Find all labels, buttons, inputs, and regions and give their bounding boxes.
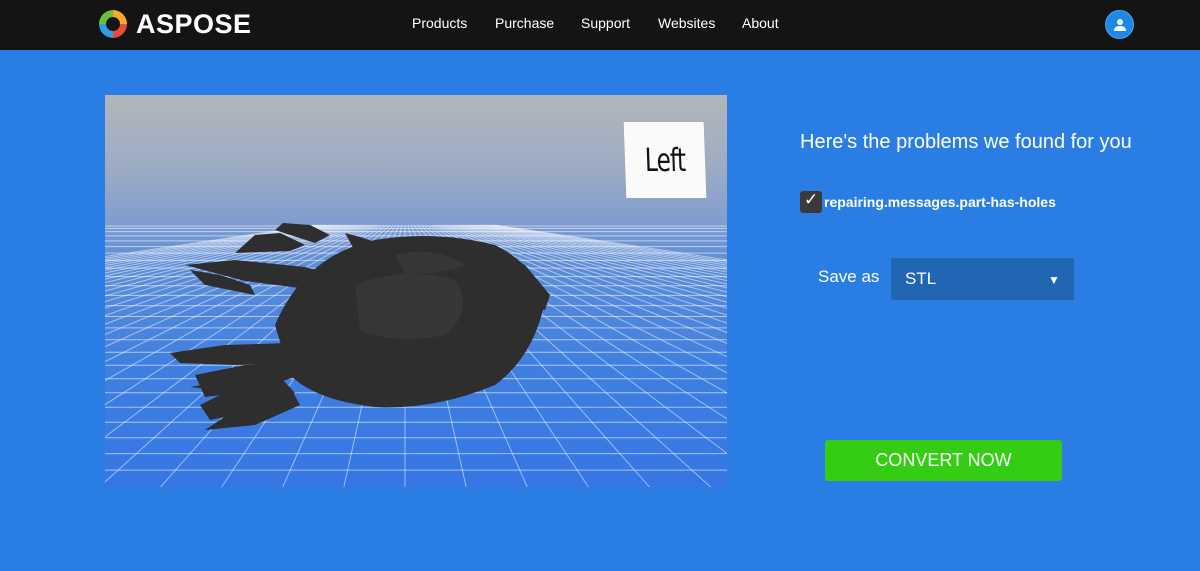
format-select[interactable]: STL ▼ xyxy=(891,258,1074,300)
aspose-logo[interactable]: ASPOSE xyxy=(96,7,252,41)
top-navigation-bar: ASPOSE Products Purchase Support Website… xyxy=(0,0,1200,50)
issue-checkbox[interactable]: ✓ xyxy=(800,190,822,213)
nav-products[interactable]: Products xyxy=(412,15,467,31)
convert-now-button[interactable]: CONVERT NOW xyxy=(825,440,1062,481)
issue-item: ✓ repairing.messages.part-has-holes xyxy=(800,190,1056,213)
user-icon xyxy=(1113,18,1126,31)
cube-face-label: Left xyxy=(644,141,686,179)
nav-purchase[interactable]: Purchase xyxy=(495,15,554,31)
save-as-label: Save as xyxy=(818,267,880,286)
user-account-button[interactable] xyxy=(1105,10,1134,39)
aspose-logo-icon xyxy=(99,10,127,38)
3d-model-viewer[interactable]: Left xyxy=(105,95,727,487)
nav-support[interactable]: Support xyxy=(581,15,630,31)
issue-label: repairing.messages.part-has-holes xyxy=(824,194,1056,210)
view-orientation-cube[interactable]: Left xyxy=(623,122,707,198)
problems-heading: Here's the problems we found for you xyxy=(800,131,1132,153)
nav-websites[interactable]: Websites xyxy=(658,15,715,31)
check-icon: ✓ xyxy=(804,190,819,209)
brand-name: ASPOSE xyxy=(136,8,252,39)
format-selected-value: STL xyxy=(905,269,937,288)
dropdown-arrow-icon: ▼ xyxy=(1048,273,1060,287)
nav-about[interactable]: About xyxy=(742,15,779,31)
